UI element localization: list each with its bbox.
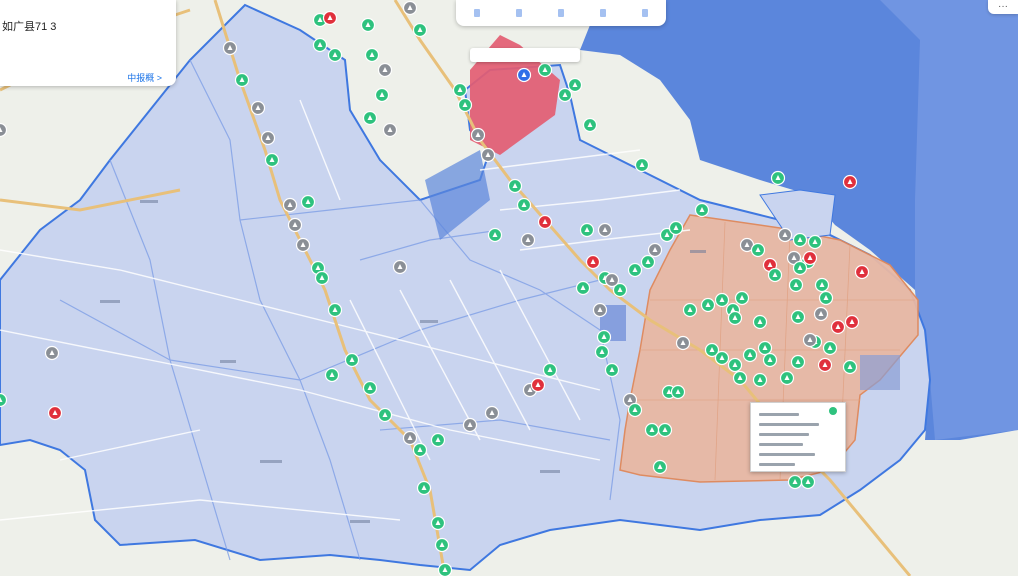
reservoir	[860, 355, 900, 390]
info-card-title: 如广县71 3	[2, 21, 57, 33]
popup-line	[759, 433, 809, 436]
status-dot-icon	[829, 407, 837, 415]
corner-menu-button[interactable]: ···	[988, 0, 1018, 14]
popup-line	[759, 463, 795, 466]
popup-line	[759, 413, 799, 416]
map-canvas[interactable]	[0, 0, 1018, 576]
popup-line	[759, 453, 815, 456]
popup-line	[759, 423, 819, 426]
site-popup[interactable]	[750, 402, 846, 472]
toolbar-item[interactable]	[600, 9, 606, 17]
popup-line	[759, 443, 803, 446]
info-card: 如广县71 3 中报概 >	[0, 0, 176, 86]
toolbar-item[interactable]	[558, 9, 564, 17]
toolbar-item[interactable]	[516, 9, 522, 17]
map-toolbar	[456, 0, 666, 26]
toolbar-item[interactable]	[474, 9, 480, 17]
info-card-detail-link[interactable]: 中报概 >	[127, 71, 162, 84]
highlight-zone-label[interactable]	[470, 48, 580, 62]
toolbar-item[interactable]	[642, 9, 648, 17]
